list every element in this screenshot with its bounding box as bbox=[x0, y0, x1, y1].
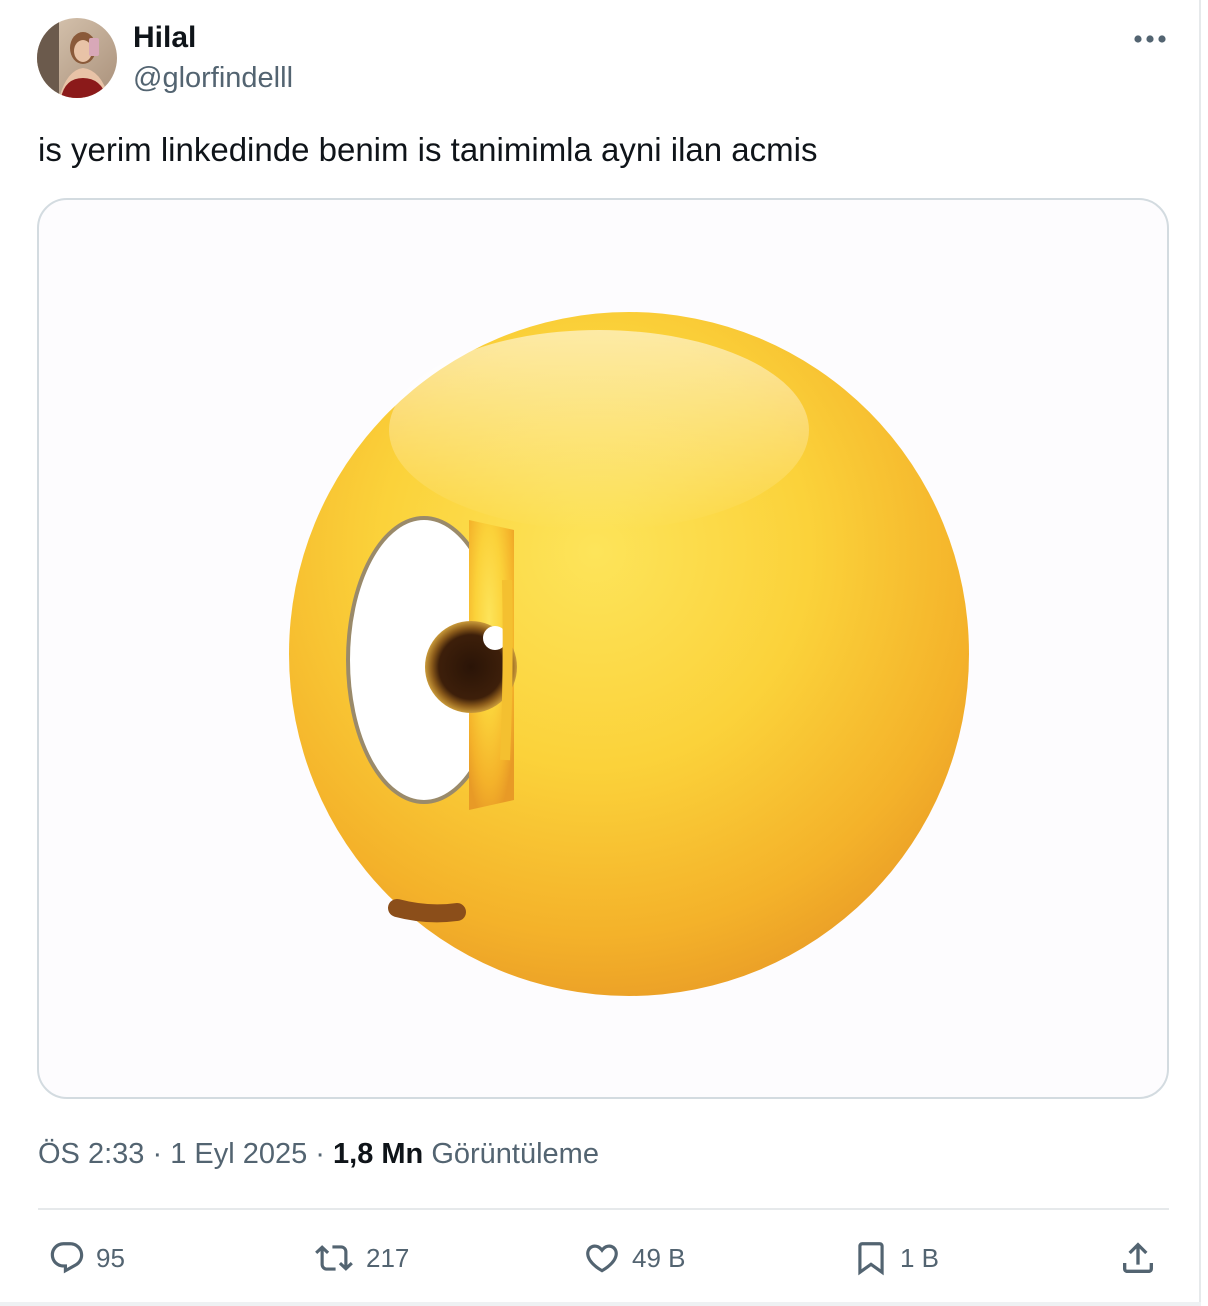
tweet-media[interactable] bbox=[37, 198, 1169, 1099]
avatar[interactable] bbox=[37, 18, 117, 98]
bookmark-count: 1 B bbox=[900, 1242, 940, 1273]
author-display-name[interactable]: Hilal bbox=[133, 20, 196, 56]
reply-icon bbox=[50, 1242, 84, 1274]
share-icon bbox=[1123, 1242, 1153, 1273]
avatar-image bbox=[37, 18, 117, 98]
more-horizontal-icon bbox=[1134, 35, 1166, 43]
tweet-meta: ÖS 2:33 · 1 Eyl 2025 · 1,8 Mn Görüntülem… bbox=[38, 1134, 599, 1174]
bookmark-button[interactable]: 1 B bbox=[852, 1230, 939, 1286]
share-button[interactable] bbox=[1118, 1230, 1158, 1286]
bookmark-icon bbox=[858, 1242, 884, 1276]
emoji-mouth bbox=[388, 899, 466, 923]
tweet-actions: 95 217 49 B 1 B bbox=[0, 1230, 1201, 1286]
views-count: 1,8 Mn bbox=[333, 1138, 424, 1170]
like-count: 49 B bbox=[632, 1242, 686, 1273]
reply-count: 95 bbox=[96, 1242, 125, 1273]
repost-button[interactable]: 217 bbox=[312, 1230, 409, 1286]
heart-icon bbox=[586, 1244, 618, 1273]
bottom-border bbox=[0, 1302, 1201, 1306]
repost-count: 217 bbox=[366, 1242, 410, 1273]
repost-icon bbox=[315, 1245, 353, 1271]
tweet-time[interactable]: ÖS 2:33 bbox=[38, 1138, 144, 1170]
meta-separator: · bbox=[307, 1138, 334, 1170]
face-with-peeking-eye-emoji bbox=[289, 312, 969, 996]
more-options-button[interactable] bbox=[1128, 22, 1172, 56]
meta-separator: · bbox=[144, 1138, 171, 1170]
author-handle[interactable]: @glorfindelll bbox=[133, 60, 293, 96]
divider bbox=[38, 1208, 1169, 1210]
like-button[interactable]: 49 B bbox=[582, 1230, 686, 1286]
tweet-card: Hilal @glorfindelll is yerim linkedinde … bbox=[0, 0, 1201, 1306]
tweet-text: is yerim linkedinde benim is tanimimla a… bbox=[38, 131, 818, 168]
reply-button[interactable]: 95 bbox=[48, 1230, 125, 1286]
views-label: Görüntüleme bbox=[423, 1138, 599, 1170]
tweet-date[interactable]: 1 Eyl 2025 bbox=[170, 1138, 307, 1170]
